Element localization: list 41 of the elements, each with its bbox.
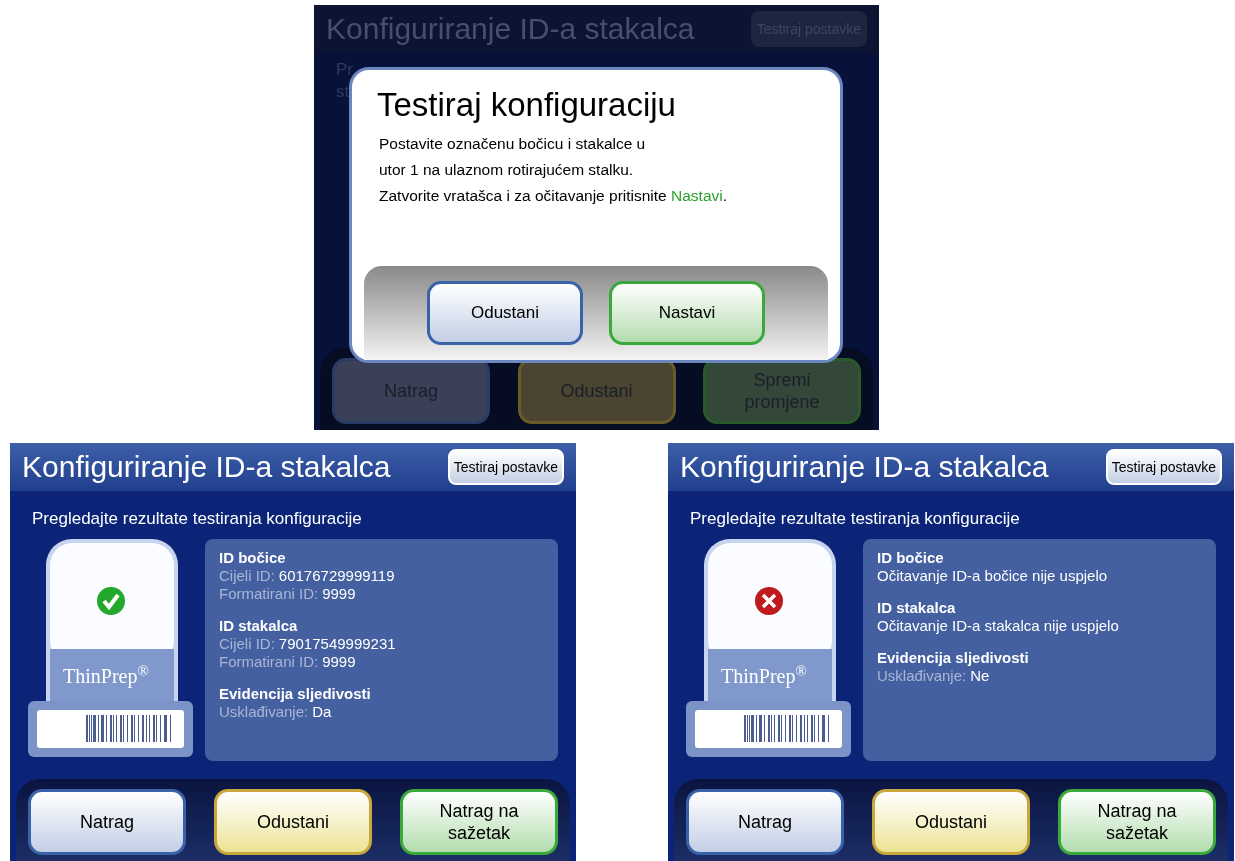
action-button[interactable]: Natrag	[686, 789, 844, 855]
vial-brand: ThinPrep$^{®}$	[721, 661, 807, 690]
section-heading: Evidencija sljedivosti	[219, 685, 372, 703]
field-label: Cijeli ID:	[219, 567, 275, 585]
field-label: Usklađivanje:	[877, 667, 967, 685]
action-button[interactable]: Natrag na sažetak	[400, 789, 558, 855]
action-button[interactable]: Odustani	[214, 789, 372, 855]
field-label: Cijeli ID:	[219, 635, 275, 653]
field-value: Ne	[970, 667, 990, 685]
test-settings-button[interactable]: Testiraj postavke	[1105, 449, 1222, 485]
vial-brand: ThinPrep$^{®}$	[63, 661, 149, 690]
test-settings-button[interactable]: Testiraj postavke	[447, 449, 564, 485]
screen-title: Konfiguriranje ID-a stakalca	[680, 452, 1049, 482]
field-value: Očitavanje ID-a bočice nije uspjelo	[877, 567, 1108, 585]
section-heading: ID stakalca	[877, 599, 957, 617]
dialog-text: Zatvorite vratašca i za očitavanje pritisnite Nastavi.	[379, 186, 729, 206]
field-value: Očitavanje ID-a stakalca nije uspjelo	[877, 617, 1119, 635]
section-heading: ID stakalca	[219, 617, 299, 635]
dialog-title: Testiraj konfiguraciju	[376, 85, 677, 121]
screen-title: Konfiguriranje ID-a stakalca	[326, 14, 695, 44]
field-value: 60176729999119	[278, 567, 395, 585]
instruction-text: Pregledajte rezultate testiranja konfiguracije	[689, 508, 1021, 530]
instruction-text: Pregledajte rezultate testiranja konfiguracije	[31, 508, 363, 530]
action-button[interactable]: Natrag na sažetak	[1058, 789, 1216, 855]
dialog-text: Postavite označenu bočicu i stakalce u	[379, 134, 647, 154]
field-value: 79017549999231	[278, 635, 396, 653]
dialog-text: utor 1 na ulaznom rotirajućem stalku.	[379, 160, 635, 180]
field-label: Formatirani ID:	[219, 653, 319, 671]
field-value: 9999	[322, 585, 356, 603]
action-button[interactable]: Odustani	[872, 789, 1030, 855]
field-value: 9999	[322, 653, 356, 671]
section-heading: ID bočice	[877, 549, 945, 567]
dialog-button[interactable]: Odustani	[427, 281, 583, 345]
dialog-button[interactable]: Nastavi	[609, 281, 765, 345]
section-heading: Evidencija sljedivosti	[877, 649, 1030, 667]
screen-title: Konfiguriranje ID-a stakalca	[22, 452, 391, 482]
field-label: Usklađivanje:	[219, 703, 309, 721]
field-label: Formatirani ID:	[219, 585, 319, 603]
action-button[interactable]: Natrag	[28, 789, 186, 855]
section-heading: ID bočice	[219, 549, 287, 567]
field-value: Da	[312, 703, 332, 721]
